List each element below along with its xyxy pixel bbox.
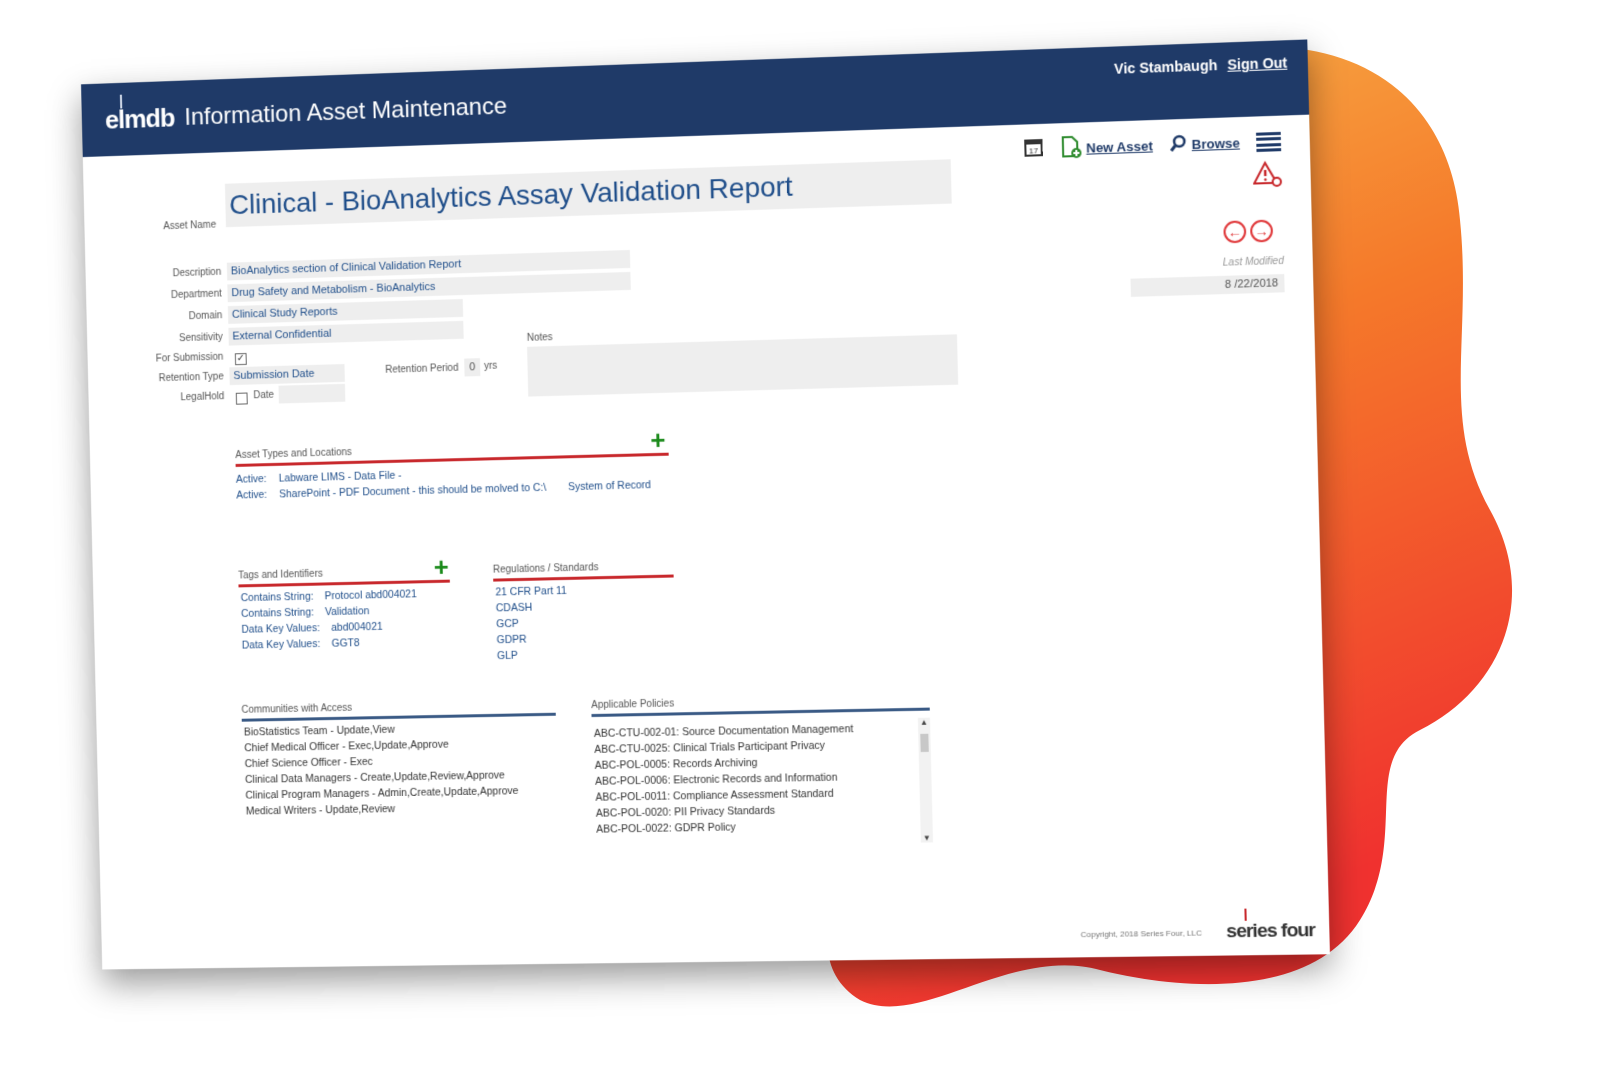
for-submission-label: For Submission — [155, 351, 224, 365]
policy-item[interactable]: ABC-POL-0005: Records Archiving — [595, 757, 758, 772]
date-label: Date — [253, 389, 275, 402]
policy-item[interactable]: ABC-CTU-002-01: Source Documentation Man… — [594, 723, 854, 740]
tags-title: Tags and Identifiers — [238, 568, 323, 582]
domain-field[interactable]: Clinical Study Reports — [227, 298, 464, 324]
retention-period-input[interactable]: 0 — [464, 358, 481, 377]
domain-label: Domain — [188, 310, 223, 323]
alert-settings-icon[interactable] — [1253, 160, 1285, 195]
tag-row[interactable]: Data Key Values: GGT8 — [242, 637, 360, 651]
community-item[interactable]: BioStatistics Team - Update,View — [244, 724, 395, 739]
retention-period-label: Retention Period — [385, 362, 459, 376]
regulations-title: Regulations / Standards — [492, 562, 599, 576]
date-input[interactable] — [278, 383, 346, 404]
next-arrow-icon[interactable]: → — [1249, 219, 1274, 243]
last-modified-label: Last Modified — [1222, 255, 1285, 269]
tag-row[interactable]: Data Key Values: abd004021 — [241, 621, 382, 636]
community-item[interactable]: Medical Writers - Update,Review — [246, 803, 396, 817]
community-item[interactable]: Chief Science Officer - Exec — [245, 756, 373, 770]
asset-type-row[interactable]: Active: Labware LIMS - Data File - — [236, 470, 402, 486]
department-label: Department — [170, 288, 222, 301]
regulation-item[interactable]: CDASH — [496, 602, 533, 615]
community-item[interactable]: Clinical Program Managers - Admin,Create… — [245, 785, 518, 802]
policy-item[interactable]: ABC-POL-0020: PII Privacy Standards — [596, 805, 775, 820]
notes-textarea[interactable] — [527, 334, 959, 397]
retention-type-select[interactable]: Submission Date — [229, 364, 345, 386]
copyright-text: Copyright, 2018 Series Four, LLC — [1080, 928, 1203, 940]
community-item[interactable]: Chief Medical Officer - Exec,Update,Appr… — [244, 739, 449, 755]
retention-unit: yrs — [483, 360, 498, 372]
communities-title: Communities with Access — [241, 702, 353, 716]
app-logo[interactable]: elmdb — [105, 103, 175, 136]
policies-title: Applicable Policies — [591, 698, 675, 712]
tag-row[interactable]: Contains String: Protocol abd004021 — [241, 588, 417, 604]
for-submission-checkbox[interactable]: ✓ — [234, 353, 247, 366]
last-modified-value: 8 /22/2018 — [1130, 274, 1285, 297]
app-title: Information Asset Maintenance — [184, 92, 508, 131]
community-item[interactable]: Clinical Data Managers - Create,Update,R… — [245, 769, 505, 785]
policy-item[interactable]: ABC-POL-0022: GDPR Policy — [596, 821, 736, 835]
sensitivity-label: Sensitivity — [178, 331, 223, 345]
regulation-item[interactable]: 21 CFR Part 11 — [495, 585, 567, 599]
scroll-thumb[interactable] — [920, 733, 929, 753]
previous-arrow-icon[interactable]: ← — [1223, 220, 1247, 244]
record-navigation: ← → — [1223, 219, 1274, 244]
series-four-logo: series four — [1226, 919, 1316, 943]
hamburger-menu-icon[interactable] — [1256, 131, 1282, 153]
legal-hold-checkbox[interactable] — [235, 392, 248, 405]
browse-button[interactable]: Browse — [1169, 132, 1240, 156]
search-icon — [1169, 134, 1188, 156]
scroll-down-icon[interactable]: ▼ — [921, 833, 933, 842]
browse-label: Browse — [1191, 135, 1241, 153]
regulations-divider — [493, 574, 674, 582]
sign-out-link[interactable]: Sign Out — [1227, 54, 1287, 72]
asset-types-title: Asset Types and Locations — [235, 447, 352, 462]
policy-item[interactable]: ABC-CTU-0025: Clinical Trials Participan… — [594, 740, 825, 756]
calendar-icon[interactable]: 17 — [1023, 137, 1044, 163]
scroll-up-icon[interactable]: ▲ — [918, 718, 930, 727]
retention-type-label: Retention Type — [158, 371, 224, 385]
brand-mark — [1244, 908, 1247, 921]
svg-text:17: 17 — [1029, 146, 1038, 155]
new-asset-label: New Asset — [1086, 138, 1153, 156]
legal-hold-label: LegalHold — [180, 391, 225, 404]
tags-divider — [238, 579, 450, 588]
app-window: elmdb Information Asset Maintenance Vic … — [81, 39, 1330, 970]
asset-name-input[interactable]: Clinical - BioAnalytics Assay Validation… — [224, 159, 952, 228]
add-asset-type-icon[interactable]: + — [650, 425, 666, 455]
regulation-item[interactable]: GCP — [496, 618, 519, 630]
sensitivity-field[interactable]: External Confidential — [228, 320, 464, 346]
add-tag-icon[interactable]: + — [433, 552, 449, 582]
policy-item[interactable]: ABC-POL-0006: Electronic Records and Inf… — [595, 772, 838, 788]
description-label: Description — [172, 266, 222, 280]
user-name[interactable]: Vic Stambaugh — [1114, 57, 1218, 77]
asset-name-label: Asset Name — [163, 219, 217, 233]
toolbar: 17 New Asset Browse — [1023, 128, 1282, 164]
policy-item[interactable]: ABC-POL-0011: Compliance Assessment Stan… — [595, 788, 833, 804]
regulation-item[interactable]: GDPR — [496, 634, 526, 647]
new-asset-button[interactable]: New Asset — [1059, 132, 1153, 162]
notes-label: Notes — [526, 332, 553, 344]
tag-row[interactable]: Contains String: Validation — [241, 605, 370, 620]
regulation-item[interactable]: GLP — [497, 650, 518, 662]
policies-list[interactable]: ABC-CTU-002-01: Source Documentation Man… — [592, 717, 934, 848]
new-document-icon — [1059, 135, 1082, 163]
policies-scrollbar[interactable]: ▲ ▼ — [917, 717, 934, 843]
